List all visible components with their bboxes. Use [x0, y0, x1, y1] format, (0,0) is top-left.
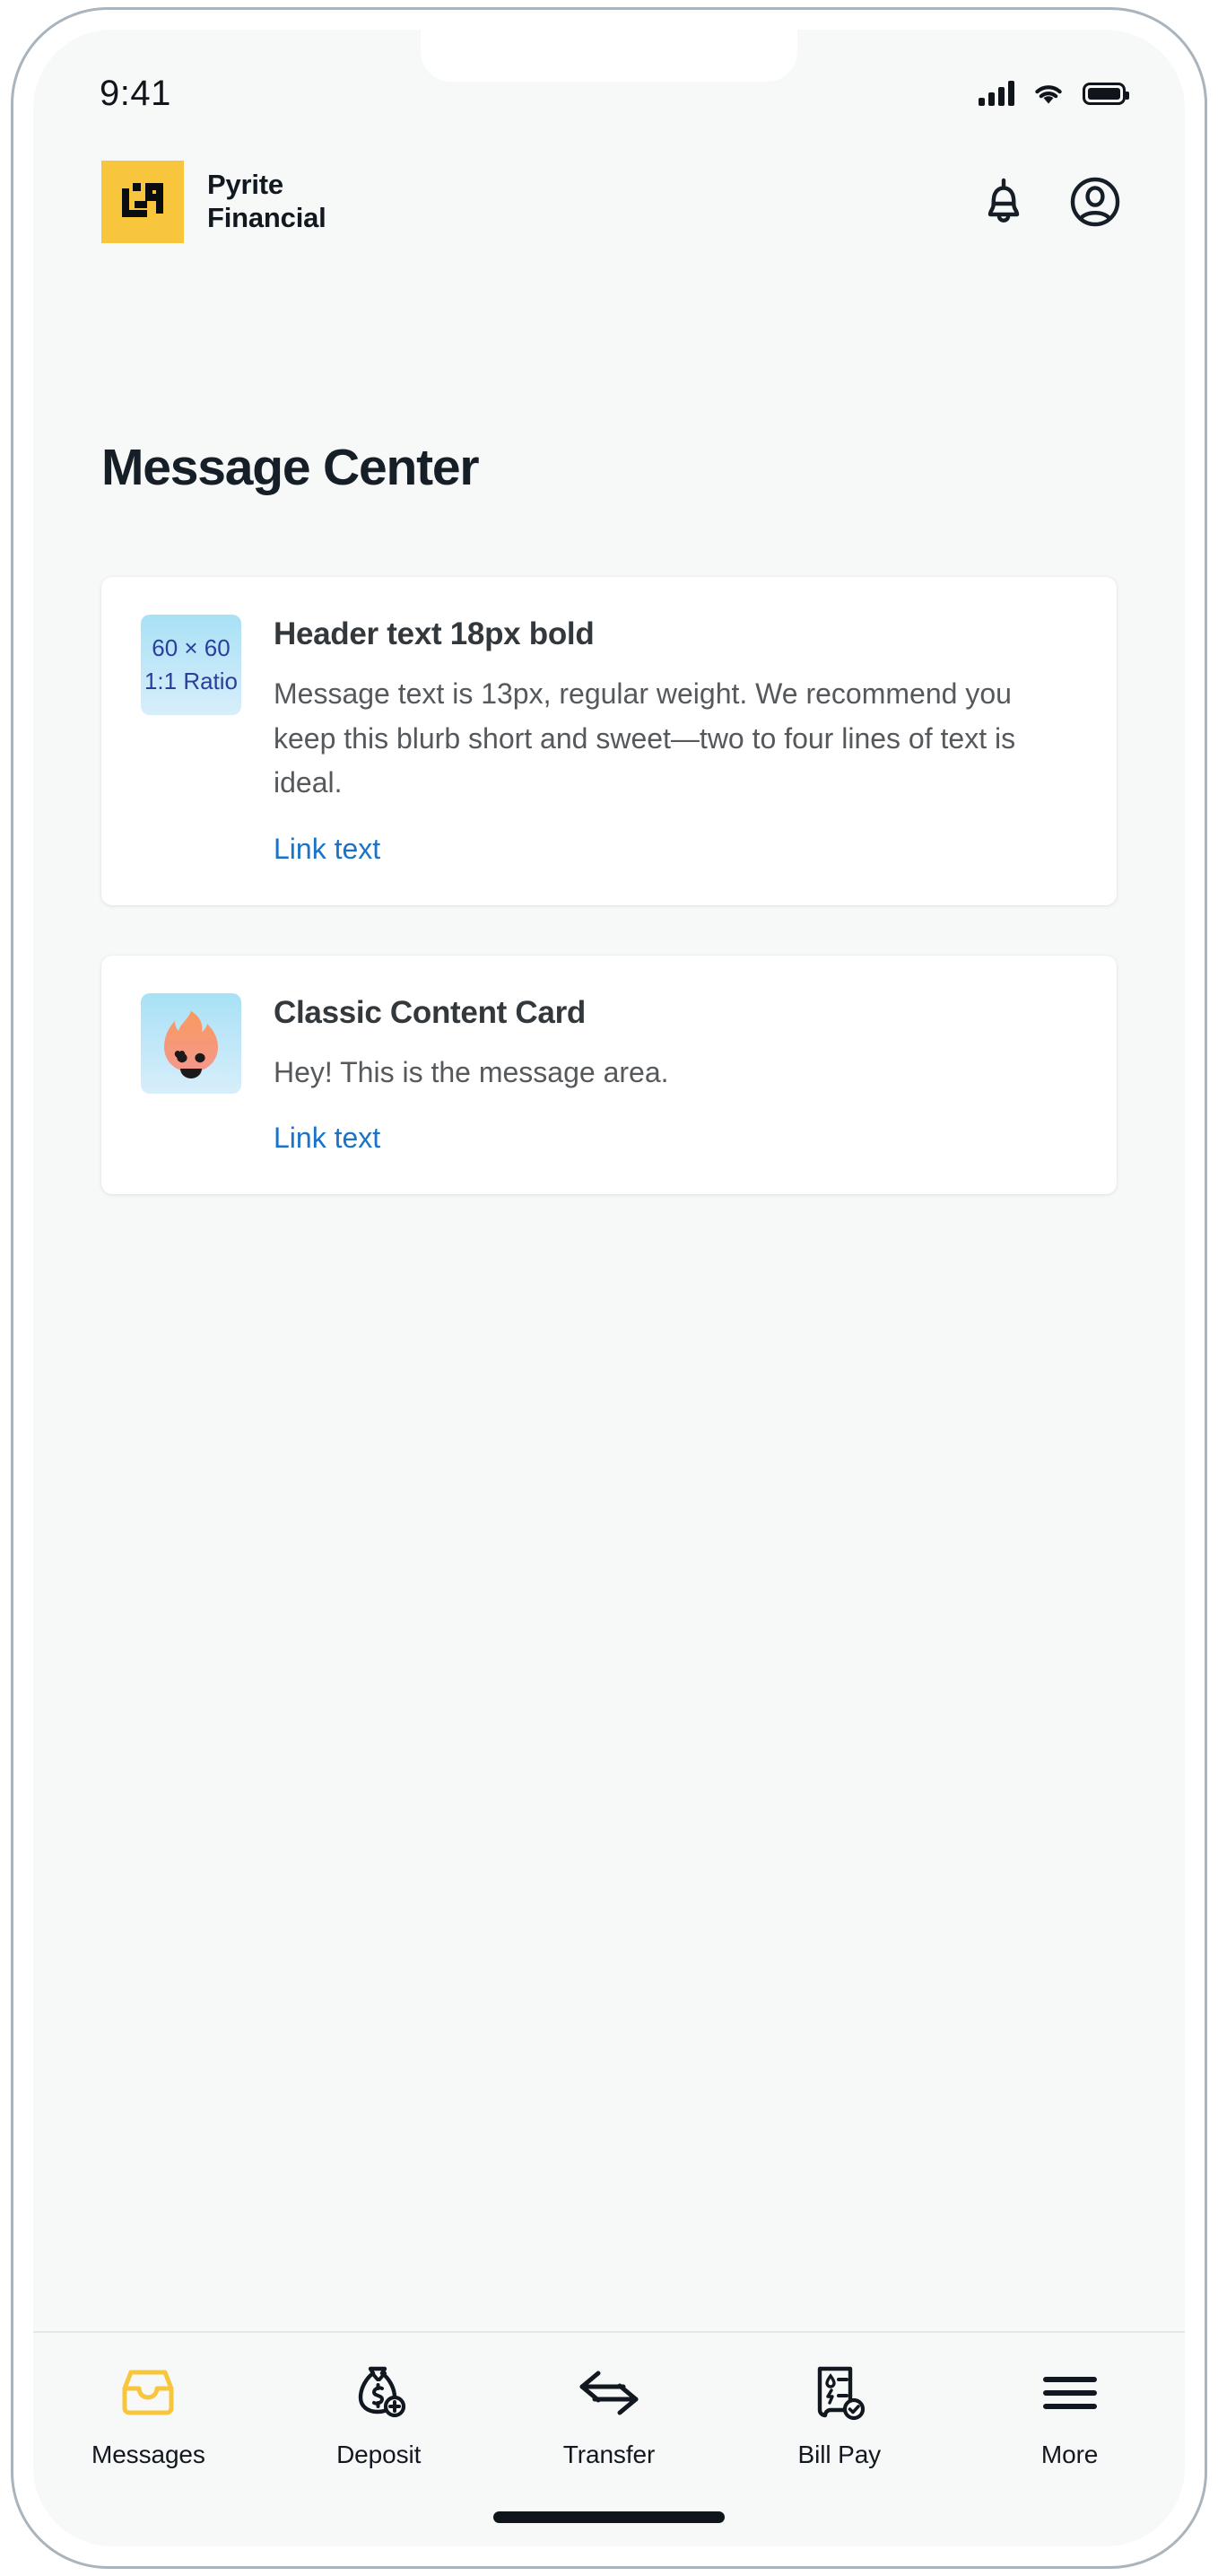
hamburger-menu-icon: [1040, 2362, 1100, 2424]
money-bag-plus-icon: [349, 2362, 408, 2424]
message-list: 60 × 60 1:1 Ratio Header text 18px bold …: [33, 532, 1185, 2331]
phone-screen: 9:41 Pyrite Financial Message Center 60 …: [33, 30, 1185, 2546]
nav-label: Transfer: [562, 2441, 656, 2468]
nav-label: Messages: [91, 2441, 205, 2468]
brand-name: Pyrite Financial: [207, 169, 326, 233]
home-indicator: [493, 2511, 725, 2523]
pyrite-logo-icon: [101, 161, 184, 243]
nav-item-messages[interactable]: Messages: [33, 2362, 264, 2469]
thumbnail-size-label: 60 × 60: [152, 633, 231, 661]
card-title: Header text 18px bold: [274, 616, 595, 651]
message-card[interactable]: Classic Content Card Hey! This is the me…: [101, 955, 1117, 1195]
inbox-tray-icon: [116, 2362, 180, 2424]
thumbnail-ratio-label: 1:1 Ratio: [144, 668, 239, 694]
battery-icon: [1083, 82, 1129, 105]
nav-item-more[interactable]: More: [954, 2362, 1185, 2469]
card-link[interactable]: Link text: [274, 833, 380, 866]
header-actions: [977, 175, 1122, 229]
nav-label: Deposit: [336, 2441, 422, 2468]
card-text: Hey! This is the message area.: [274, 1055, 669, 1088]
page-title: Message Center: [101, 439, 480, 496]
nav-label: More: [1040, 2441, 1099, 2468]
placeholder-thumbnail: 60 × 60 1:1 Ratio: [141, 615, 241, 715]
card-link[interactable]: Link text: [274, 1122, 380, 1155]
account-button[interactable]: [1068, 175, 1122, 229]
card-title: Classic Content Card: [274, 994, 586, 1030]
bill-check-icon: [811, 2362, 868, 2424]
wifi-icon: [1035, 84, 1062, 103]
status-icons: [979, 81, 1129, 106]
card-body: Header text 18px bold Message text is 13…: [274, 615, 1077, 866]
brand: Pyrite Financial: [101, 161, 326, 243]
nav-item-bill-pay[interactable]: Bill Pay: [724, 2362, 954, 2469]
flame-mascot-icon: [164, 1010, 218, 1078]
account-circle-icon: [1070, 177, 1120, 227]
nav-item-transfer[interactable]: Transfer: [494, 2362, 725, 2469]
app-header: Pyrite Financial: [33, 130, 1185, 274]
card-body: Classic Content Card Hey! This is the me…: [274, 993, 1077, 1156]
message-card[interactable]: 60 × 60 1:1 Ratio Header text 18px bold …: [101, 577, 1117, 905]
nav-item-deposit[interactable]: Deposit: [264, 2362, 494, 2469]
phone-frame: 9:41 Pyrite Financial Message Center 60 …: [11, 7, 1207, 2569]
status-time: 9:41: [100, 73, 171, 113]
signal-bars-icon: [979, 81, 1014, 106]
flame-thumbnail: [141, 992, 241, 1094]
phone-notch: [421, 30, 797, 82]
bell-icon: [987, 178, 1020, 223]
transfer-arrows-icon: [573, 2362, 645, 2424]
notifications-button[interactable]: [977, 175, 1031, 229]
card-text: Message text is 13px, regular weight. We…: [274, 677, 1016, 799]
nav-label: Bill Pay: [797, 2441, 882, 2468]
